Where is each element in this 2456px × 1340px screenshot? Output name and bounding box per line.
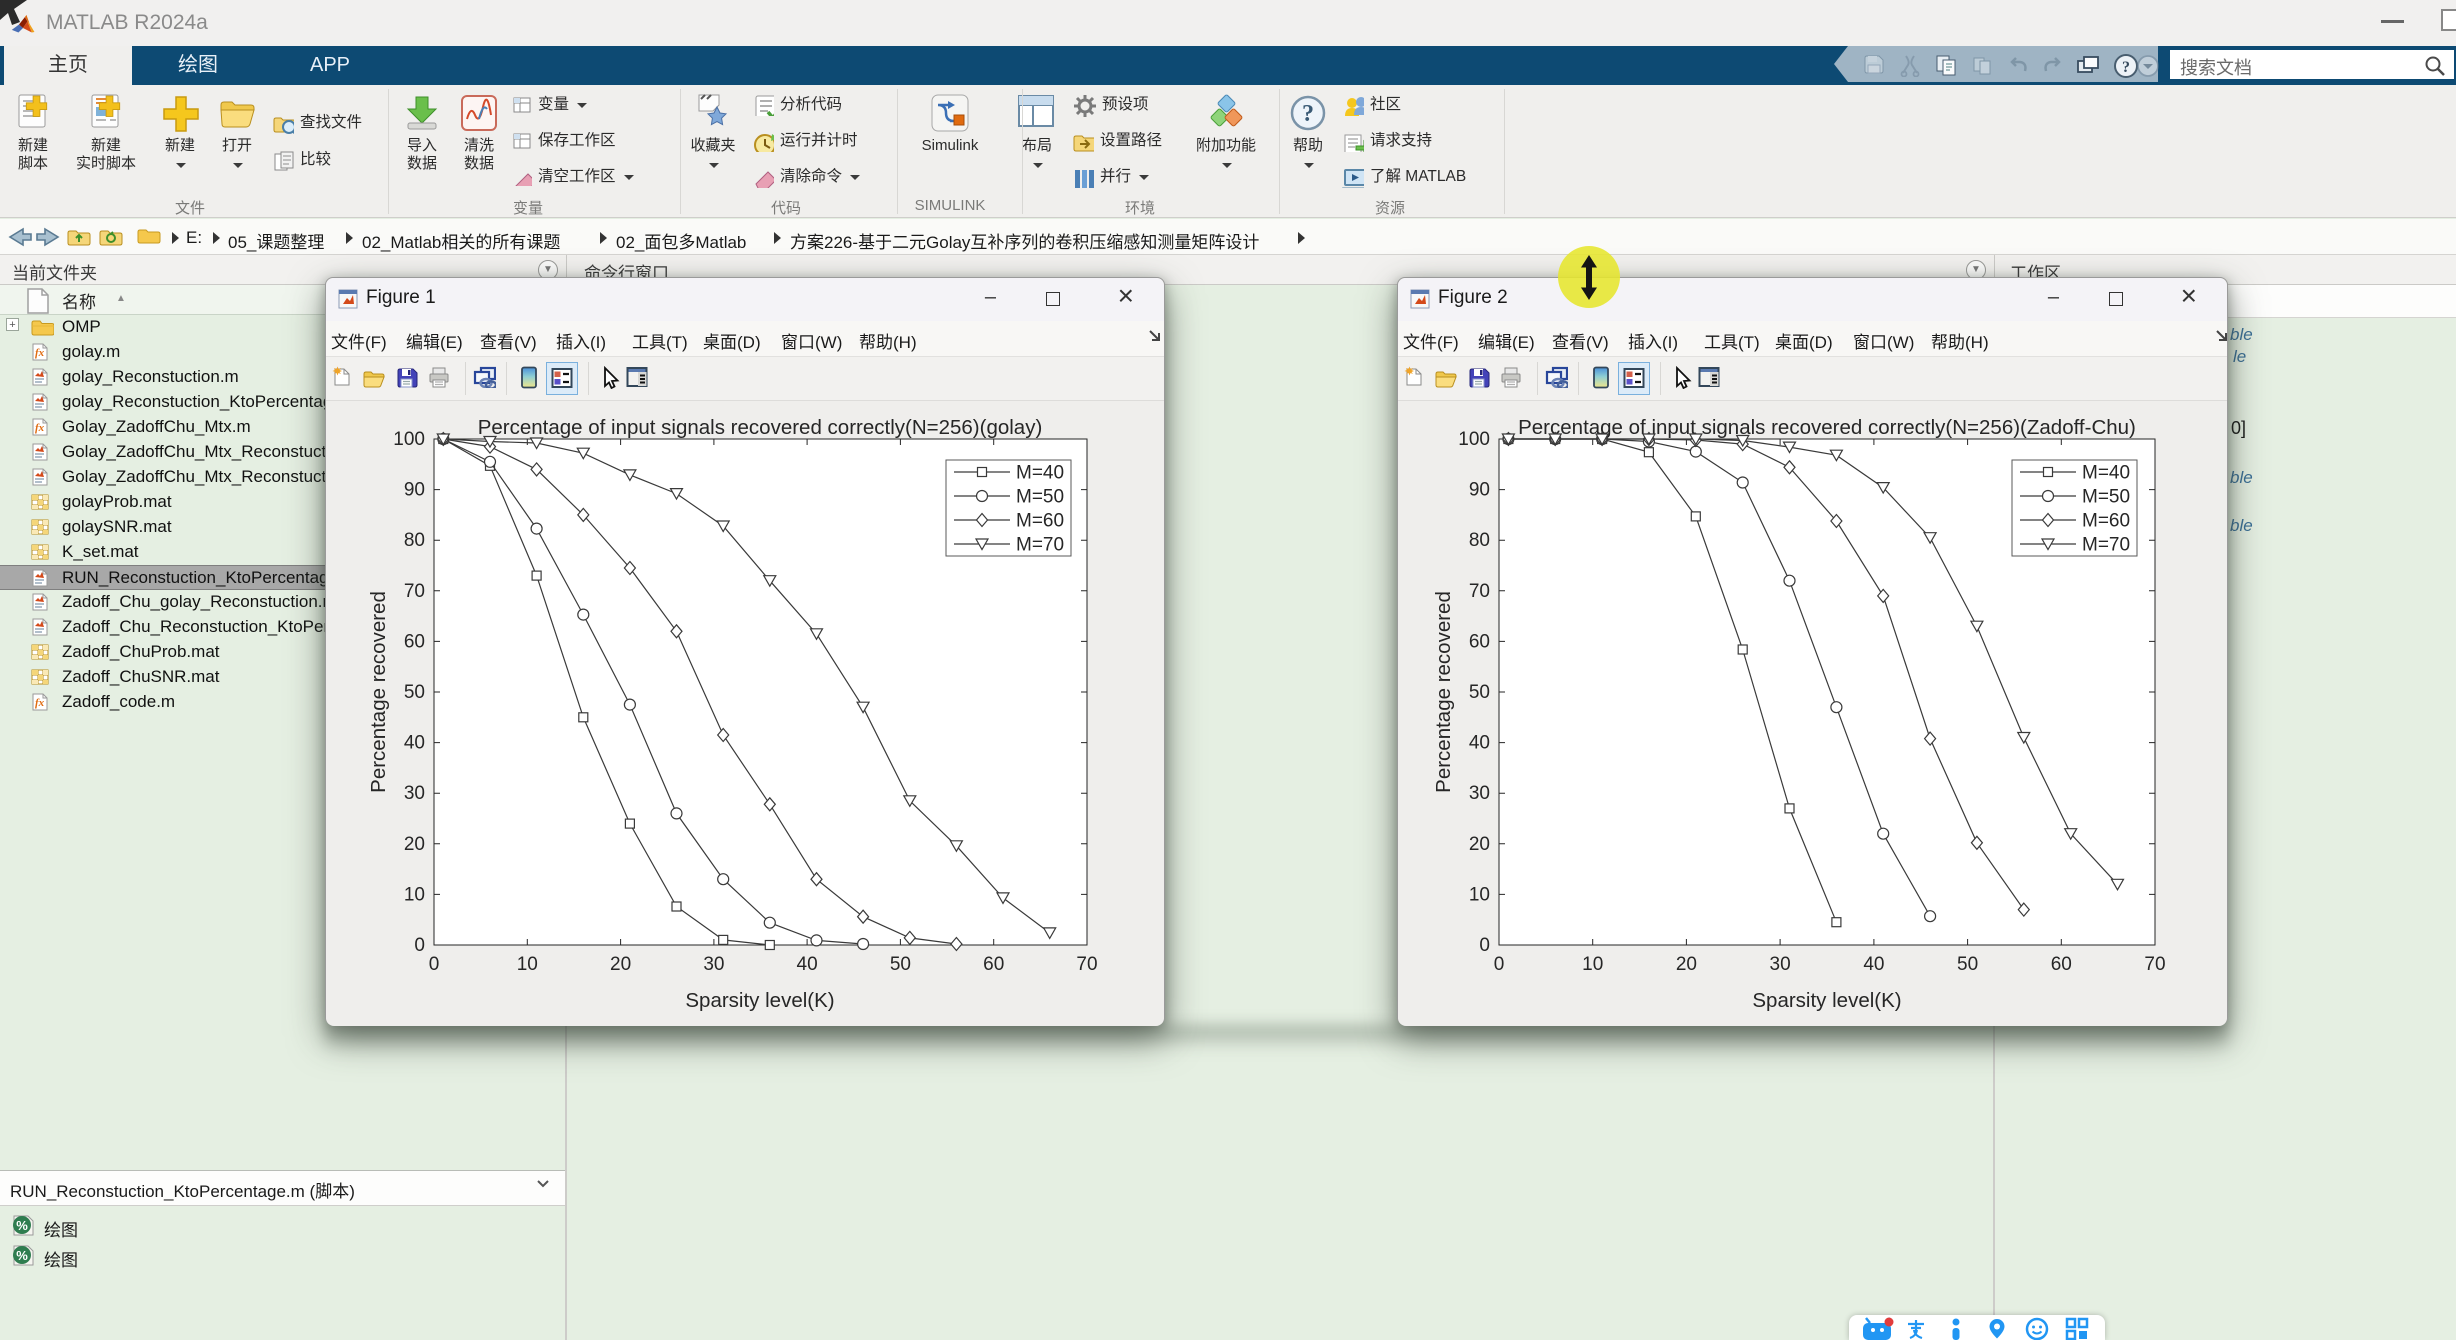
svg-text:70: 70 — [404, 581, 425, 602]
svg-text:%: % — [16, 1218, 28, 1233]
svg-text:90: 90 — [404, 480, 425, 501]
svg-text:50: 50 — [890, 954, 911, 975]
svg-text:60: 60 — [404, 631, 425, 652]
svg-text:10: 10 — [1582, 954, 1603, 975]
svg-text:50: 50 — [1957, 954, 1978, 975]
svg-text:fx: fx — [35, 422, 45, 434]
svg-text:90: 90 — [1469, 480, 1490, 501]
svg-text:80: 80 — [404, 530, 425, 551]
svg-text:M=40: M=40 — [1016, 463, 1064, 484]
svg-text:Percentage of input signals re: Percentage of input signals recovered co… — [478, 416, 1043, 439]
svg-text:0: 0 — [1479, 935, 1490, 956]
svg-text:?: ? — [2122, 59, 2130, 76]
svg-text:Percentage recovered: Percentage recovered — [367, 591, 390, 793]
svg-text:Sparsity level(K): Sparsity level(K) — [1752, 989, 1901, 1012]
svg-text:20: 20 — [610, 954, 631, 975]
svg-text:50: 50 — [1469, 682, 1490, 703]
svg-text:70: 70 — [2144, 954, 2165, 975]
svg-text:%: % — [16, 1248, 28, 1263]
svg-text:20: 20 — [1676, 954, 1697, 975]
svg-text:M=40: M=40 — [2082, 463, 2130, 484]
svg-text:M=60: M=60 — [2082, 511, 2130, 532]
svg-text:0: 0 — [1494, 954, 1505, 975]
svg-text:Sparsity level(K): Sparsity level(K) — [685, 989, 834, 1012]
svg-text:70: 70 — [1469, 581, 1490, 602]
svg-text:80: 80 — [1469, 530, 1490, 551]
svg-text:30: 30 — [703, 954, 724, 975]
svg-text:Percentage of input signals re: Percentage of input signals recovered co… — [1518, 416, 2136, 439]
svg-text:40: 40 — [404, 733, 425, 754]
svg-text:Percentage recovered: Percentage recovered — [1432, 591, 1455, 793]
svg-text:10: 10 — [1469, 884, 1490, 905]
svg-text:100: 100 — [393, 429, 425, 450]
svg-text:20: 20 — [404, 834, 425, 855]
svg-text:10: 10 — [517, 954, 538, 975]
svg-text:20: 20 — [1469, 834, 1490, 855]
svg-text:10: 10 — [404, 884, 425, 905]
svg-text:60: 60 — [1469, 631, 1490, 652]
svg-text:50: 50 — [404, 682, 425, 703]
svg-text:M=60: M=60 — [1016, 511, 1064, 532]
svg-text:60: 60 — [2051, 954, 2072, 975]
svg-text:fx: fx — [35, 347, 45, 359]
svg-text:M=50: M=50 — [2082, 487, 2130, 508]
svg-text:0: 0 — [414, 935, 425, 956]
svg-text:40: 40 — [1469, 733, 1490, 754]
svg-text:30: 30 — [1469, 783, 1490, 804]
svg-text:30: 30 — [1770, 954, 1791, 975]
svg-text:30: 30 — [404, 783, 425, 804]
svg-text:100: 100 — [1458, 429, 1490, 450]
svg-text:M=70: M=70 — [1016, 535, 1064, 556]
svg-text:40: 40 — [1863, 954, 1884, 975]
svg-text:0: 0 — [429, 954, 440, 975]
svg-text:M=70: M=70 — [2082, 535, 2130, 556]
svg-text:?: ? — [1302, 101, 1314, 127]
svg-text:M=50: M=50 — [1016, 487, 1064, 508]
svg-text:60: 60 — [983, 954, 1004, 975]
svg-text:40: 40 — [797, 954, 818, 975]
svg-text:70: 70 — [1076, 954, 1097, 975]
svg-text:fx: fx — [35, 697, 45, 709]
